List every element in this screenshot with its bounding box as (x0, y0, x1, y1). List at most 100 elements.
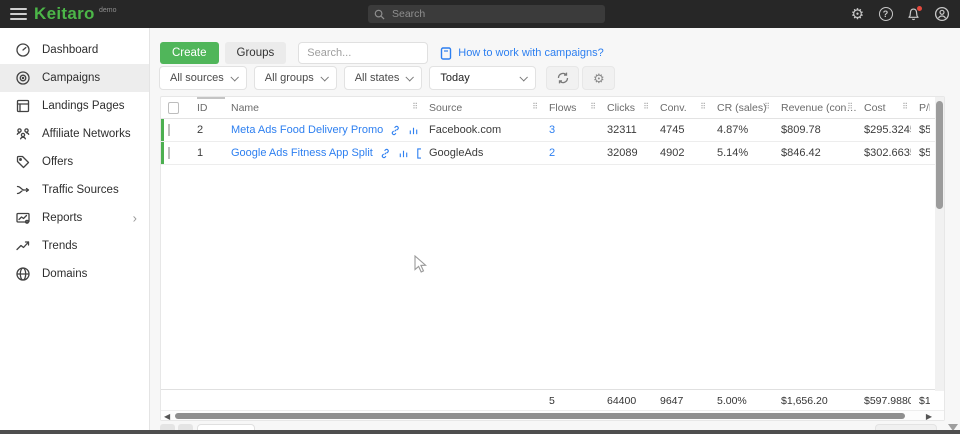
sidebar-item-reports[interactable]: Reports › (0, 204, 149, 232)
sidebar-item-landings-pages[interactable]: Landings Pages (0, 92, 149, 120)
topbar: Keitaro demo ⚙ ? (0, 0, 960, 28)
notification-badge (917, 6, 922, 11)
sidebar-item-dashboard[interactable]: Dashboard (0, 36, 149, 64)
table-row[interactable]: 2 Meta Ads Food Delivery Promo ⋯ Faceboo… (161, 119, 944, 142)
sidebar-item-trends[interactable]: Trends (0, 232, 149, 260)
notifications-bell-icon[interactable] (905, 6, 922, 23)
vertical-scroll-thumb[interactable] (936, 101, 943, 209)
column-header-clicks[interactable]: Clicks⠿ (599, 97, 652, 119)
chevron-down-icon (406, 73, 414, 81)
horizontal-scrollbar[interactable]: ◀ ▶ (161, 410, 944, 420)
column-header-flows[interactable]: Flows⠿ (541, 97, 599, 119)
drag-handle-icon[interactable]: ⠿ (764, 102, 769, 111)
campaign-name-link[interactable]: Meta Ads Food Delivery Promo (231, 124, 383, 136)
branch-icon (14, 182, 31, 199)
sources-filter-value: All sources (170, 72, 224, 84)
table-settings-button[interactable]: ⚙ (582, 66, 615, 90)
gear-icon: ⚙ (593, 72, 605, 85)
campaign-id: 1 (193, 147, 225, 159)
help-icon[interactable]: ? (877, 6, 894, 23)
sidebar-item-traffic-sources[interactable]: Traffic Sources (0, 176, 149, 204)
people-icon (14, 126, 31, 143)
column-header-cost[interactable]: Cost⠿ (856, 97, 911, 119)
states-filter-select[interactable]: All states (344, 66, 423, 90)
chevron-down-icon (520, 73, 528, 81)
row-checkbox[interactable] (168, 124, 170, 136)
app-logo[interactable]: Keitaro (34, 4, 95, 24)
table-header: ID Name⠿ Source⠿ Flows⠿ Clicks⠿ Conv.⠿ C… (161, 97, 944, 119)
topbar-actions: ⚙ ? (849, 0, 950, 28)
column-header-conv[interactable]: Conv.⠿ (652, 97, 709, 119)
campaign-link-icon[interactable] (390, 125, 401, 136)
window-bottom-edge (0, 430, 960, 434)
help-link[interactable]: How to work with campaigns? (440, 47, 604, 60)
total-flows: 5 (541, 390, 599, 411)
groups-button[interactable]: Groups (225, 42, 287, 64)
campaigns-search-input[interactable] (298, 42, 428, 64)
help-link-text[interactable]: How to work with campaigns? (458, 47, 604, 59)
campaign-stats-icon[interactable] (398, 148, 409, 159)
table-row[interactable]: 1 Google Ads Fitness App Split ⋯ GoogleA… (161, 142, 944, 165)
date-range-select[interactable]: Today (429, 66, 536, 90)
column-header-source[interactable]: Source⠿ (421, 97, 541, 119)
groups-filter-select[interactable]: All groups (254, 66, 337, 90)
pages-icon (14, 98, 31, 115)
campaign-stats-icon[interactable] (408, 125, 419, 136)
drag-handle-icon[interactable]: ⠿ (532, 102, 537, 111)
sources-filter-select[interactable]: All sources (159, 66, 247, 90)
sidebar-item-label: Domains (42, 268, 87, 280)
row-checkbox[interactable] (168, 147, 170, 159)
create-button[interactable]: Create (160, 42, 219, 64)
drag-handle-icon[interactable]: ⠿ (643, 102, 648, 111)
trend-icon (14, 238, 31, 255)
global-search-input[interactable] (392, 8, 599, 20)
campaign-source: Facebook.com (421, 124, 541, 136)
vertical-scrollbar[interactable] (935, 97, 944, 391)
drag-handle-icon[interactable]: ⠿ (700, 102, 705, 111)
sidebar-item-domains[interactable]: Domains (0, 260, 149, 288)
drag-handle-icon[interactable]: ⠿ (412, 102, 417, 111)
cr-value: 4.87% (709, 124, 773, 136)
drag-handle-icon[interactable]: ⠿ (847, 102, 852, 111)
scroll-right-arrow[interactable]: ▶ (926, 412, 932, 421)
sidebar-item-affiliate-networks[interactable]: Affiliate Networks (0, 120, 149, 148)
scroll-left-arrow[interactable]: ◀ (164, 412, 170, 421)
select-all-checkbox[interactable] (168, 102, 179, 114)
date-range-value: Today (440, 72, 469, 84)
flows-link[interactable]: 3 (541, 124, 599, 136)
chevron-right-icon: › (133, 211, 137, 226)
revenue-value: $846.42 (773, 147, 856, 159)
column-header-revenue[interactable]: Revenue (con…⠿ (773, 97, 856, 119)
total-cr: 5.00% (709, 390, 773, 411)
flows-link[interactable]: 2 (541, 147, 599, 159)
sidebar: Dashboard Campaigns Landings Pages Affil… (0, 28, 150, 430)
drag-handle-icon[interactable]: ⠿ (902, 102, 907, 111)
gauge-icon (14, 42, 31, 59)
sidebar-item-offers[interactable]: Offers (0, 148, 149, 176)
global-search[interactable] (368, 5, 605, 23)
campaigns-table-panel: ID Name⠿ Source⠿ Flows⠿ Clicks⠿ Conv.⠿ C… (160, 96, 945, 421)
column-header-name[interactable]: Name⠿ (225, 97, 421, 119)
search-icon (374, 9, 385, 20)
account-user-icon[interactable] (933, 6, 950, 23)
sidebar-item-campaigns[interactable]: Campaigns (0, 64, 149, 92)
horizontal-scroll-thumb[interactable] (175, 413, 905, 419)
settings-gear-icon[interactable]: ⚙ (849, 6, 866, 23)
campaign-source: GoogleAds (421, 147, 541, 159)
column-header-cr-sales[interactable]: CR (sales)⠿ (709, 97, 773, 119)
hamburger-menu-icon[interactable] (10, 8, 27, 20)
conv-value: 4745 (652, 124, 709, 136)
column-header-id[interactable]: ID (193, 97, 225, 119)
column-header-pl[interactable]: P/L ( (911, 97, 930, 119)
clicks-value: 32311 (599, 124, 652, 136)
sidebar-item-label: Landings Pages (42, 100, 124, 112)
total-cost: $597.9880 (856, 390, 911, 411)
refresh-button[interactable] (546, 66, 579, 90)
sidebar-item-label: Offers (42, 156, 73, 168)
total-revenue: $1,656.20 (773, 390, 856, 411)
book-icon (440, 47, 452, 60)
campaign-link-icon[interactable] (380, 148, 391, 159)
tag-icon (14, 154, 31, 171)
drag-handle-icon[interactable]: ⠿ (590, 102, 595, 111)
campaign-name-link[interactable]: Google Ads Fitness App Split (231, 147, 373, 159)
